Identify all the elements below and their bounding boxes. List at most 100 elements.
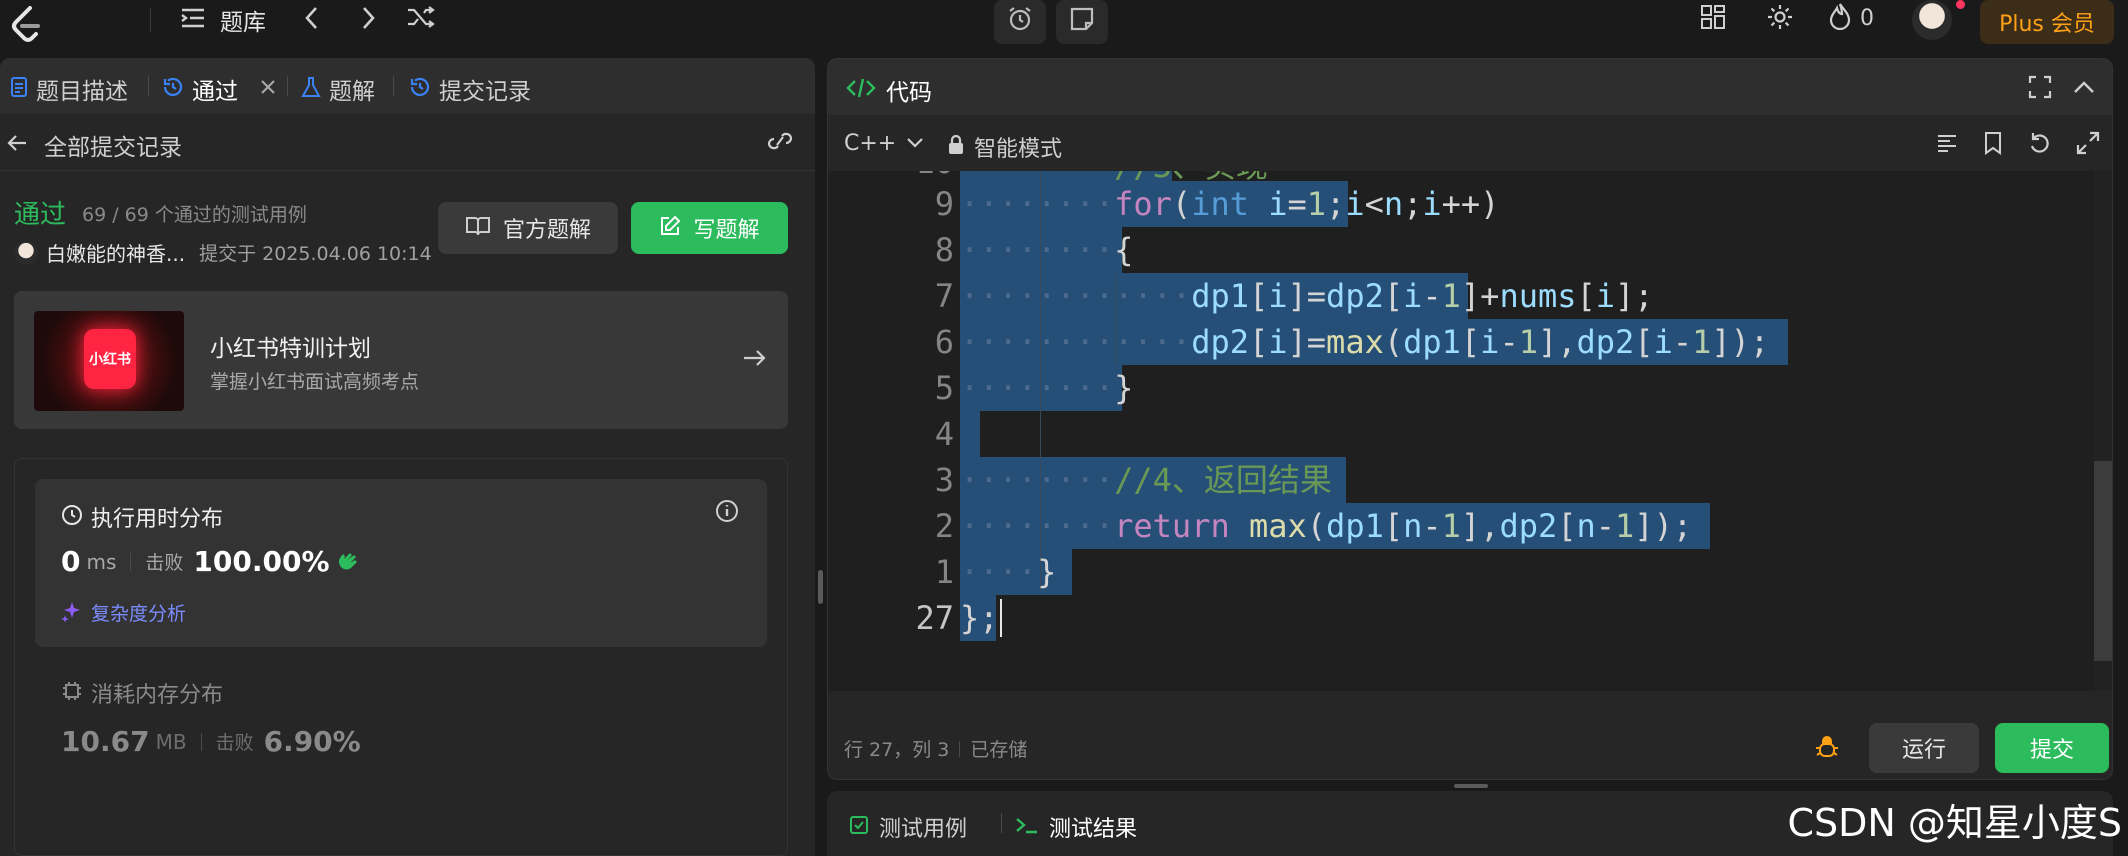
divider [200,732,202,751]
code-line: ········//4、返回结果 [960,461,1332,499]
plus-membership-button[interactable]: Plus 会员 [1980,0,2114,44]
memory-beat-label: 击败 [215,732,254,754]
shuffle-icon[interactable] [406,4,436,34]
clock-icon [61,504,83,530]
runtime-title-row: 执行用时分布 [61,501,223,533]
language-select[interactable]: C++ [844,131,924,156]
streak-counter[interactable]: 0 [1828,2,1874,34]
list-icon [180,7,206,33]
reset-icon[interactable] [2028,131,2052,159]
smart-mode-label: 智能模式 [974,137,1063,162]
share-link-icon[interactable] [766,130,794,156]
arrow-right-icon [742,347,768,373]
submission-status: 通过 [14,200,67,230]
promo-subtitle: 掌握小红书面试高频考点 [210,371,420,393]
prev-problem-icon[interactable] [302,4,322,36]
fullscreen-icon[interactable] [2028,75,2052,103]
line-number: 1 [934,553,954,591]
memory-beat-value: 6.90% [263,725,361,758]
tab-divider [393,76,394,96]
line-number: 4 [934,415,954,453]
alarm-clock-icon [1006,5,1034,40]
submitter-name[interactable]: 白嫩能的神香... [46,238,185,267]
chip-icon [61,680,83,706]
topbar-divider [150,8,151,32]
timer-button[interactable] [994,0,1046,44]
top-navigation-bar: 题库 0 Plus 会员 [0,0,2128,58]
terminal-icon [1015,815,1039,839]
leetcode-logo[interactable] [6,4,46,44]
editor-header [828,59,2112,115]
scrollbar-thumb[interactable] [2094,461,2112,661]
official-solution-button[interactable]: 官方题解 [438,202,618,254]
panel-resize-handle[interactable] [818,570,823,604]
tab-passed[interactable]: 通过 [162,72,276,106]
line-number: 8 [934,231,954,269]
line-number: 27 [915,599,954,637]
flame-icon [1828,2,1852,34]
collapse-icon[interactable] [2072,77,2096,101]
run-button[interactable]: 运行 [1869,723,1979,773]
notes-button[interactable] [1056,0,1108,44]
code-line: ········} [960,369,1134,407]
runtime-card[interactable]: 执行用时分布 0 ms 击败 100.00% 复杂度分析 [35,479,767,647]
bookmark-icon[interactable] [1984,131,2002,159]
format-icon[interactable] [1936,133,1958,157]
saved-status: 已存储 [970,739,1028,761]
problem-bank-button[interactable]: 题库 [180,2,266,38]
tab-test-result[interactable]: 测试结果 [1015,811,1137,843]
settings-gear-icon[interactable] [1766,3,1794,35]
smart-mode-toggle[interactable]: 智能模式 [948,131,1062,163]
flask-icon [301,76,321,102]
tab-divider [148,76,149,96]
close-tab-icon[interactable] [260,79,276,99]
layout-grid-icon[interactable] [1700,4,1726,34]
tab-submissions[interactable]: 提交记录 [409,72,531,106]
document-icon [10,76,28,102]
editor-title: 代码 [846,73,932,107]
arrow-left-icon [6,133,28,157]
complexity-analysis-link[interactable]: 复杂度分析 [61,599,186,626]
line-number: 10 [828,171,954,181]
line-number: 7 [934,277,954,315]
write-solution-button[interactable]: 写题解 [631,202,788,254]
tab-description[interactable]: 题目描述 [10,72,128,106]
promo-image: 小红书 [34,311,184,411]
logo-text: 小红书 [89,352,131,368]
submit-button[interactable]: 提交 [1995,723,2109,773]
code-line: ········return max(dp1[n-1],dp2[n-1]); [960,507,1693,545]
tab-solutions[interactable]: 题解 [301,72,375,106]
expand-icon[interactable] [2076,131,2100,159]
streak-count: 0 [1860,5,1874,31]
problem-bank-label: 题库 [220,10,266,36]
tab-divider [1001,813,1002,833]
debug-icon[interactable] [1814,735,1840,765]
memory-card[interactable]: 消耗内存分布 10.67 MB 击败 6.90% [35,659,767,819]
vertical-resize-handle[interactable] [1454,784,1488,788]
notification-dot [1956,0,1965,9]
tab-testcase[interactable]: 测试用例 [849,811,967,843]
clap-icon [336,548,362,576]
next-problem-icon[interactable] [358,4,378,36]
selection-highlight [960,411,980,457]
promo-card[interactable]: 小红书 小红书特训计划 掌握小红书面试高频考点 [14,291,788,429]
back-to-all-submissions[interactable]: 全部提交记录 [6,128,182,162]
write-solution-label: 写题解 [693,218,760,243]
runtime-value-row: 0 ms 击败 100.00% [61,545,362,578]
user-avatar[interactable] [1912,0,1952,40]
memory-value: 10.67 [61,725,150,758]
plus-label: Plus 会员 [1999,12,2095,37]
sparkle-icon [61,600,83,626]
stats-container: 执行用时分布 0 ms 击败 100.00% 复杂度分析 消耗内存分布 10.6… [14,458,788,856]
user-avatar-small[interactable] [14,240,38,265]
line-number: 6 [934,323,954,361]
divider [959,740,961,757]
code-editor[interactable]: 10 ········//3、实现 9 ········for(int i=1;… [828,171,2112,691]
runtime-beat-value: 100.00% [193,545,330,578]
tab-solutions-label: 题解 [329,79,375,105]
editor-title-label: 代码 [886,80,932,106]
info-icon[interactable] [715,499,739,527]
text-cursor [1000,599,1002,637]
line-number: 3 [934,461,954,499]
tab-divider [287,76,288,96]
